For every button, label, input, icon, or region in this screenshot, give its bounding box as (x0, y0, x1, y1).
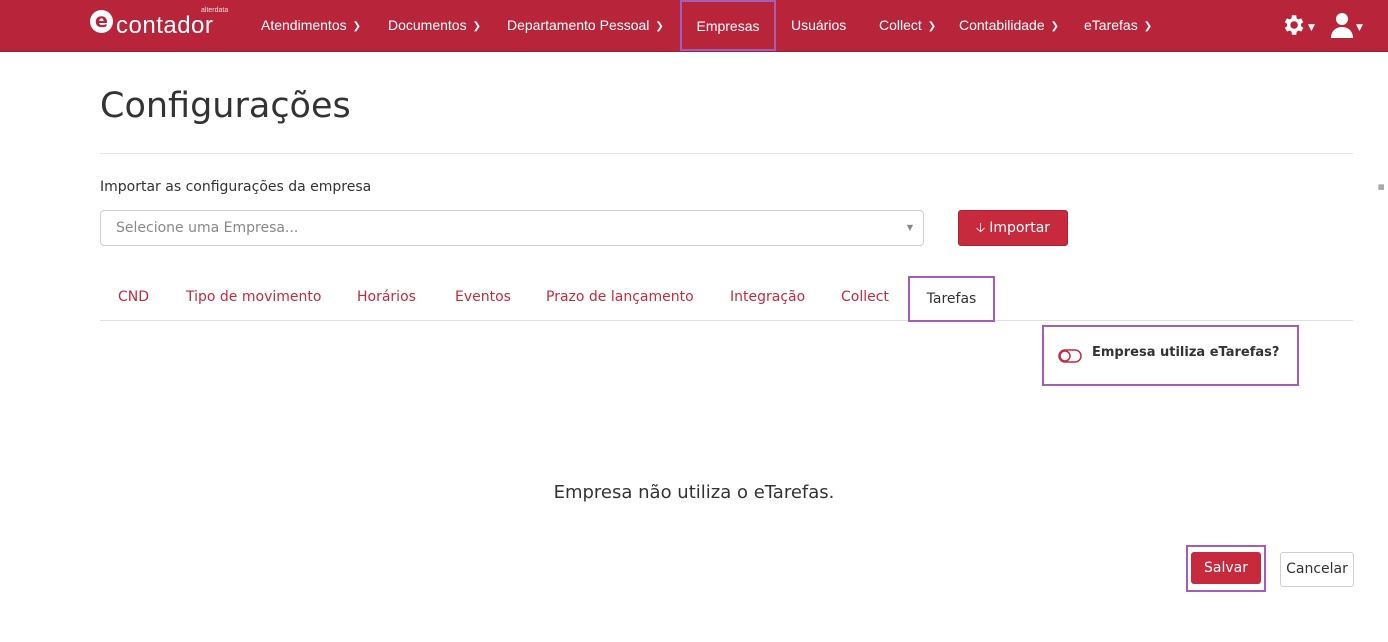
user-menu[interactable]: ▼ (1330, 10, 1363, 43)
logo-e-mark: e (90, 10, 113, 33)
gear-icon (1284, 15, 1304, 35)
import-label: Importar as configurações da empresa (100, 179, 372, 195)
nav-label: Documentos (388, 17, 467, 33)
user-icon (1331, 13, 1353, 38)
toggle-off-icon (1058, 349, 1082, 363)
nav-collect[interactable]: Collect ❯ (879, 0, 936, 51)
tab-tipo-de-movimento[interactable]: Tipo de movimento (186, 289, 321, 305)
nav-documentos[interactable]: Documentos ❯ (388, 0, 481, 51)
tab-eventos[interactable]: Eventos (455, 289, 511, 305)
logo-text: contador (116, 12, 214, 39)
nav-departamento-pessoal[interactable]: Departamento Pessoal ❯ (507, 0, 664, 51)
nav-etarefas[interactable]: eTarefas ❯ (1084, 0, 1152, 51)
nav-contabilidade[interactable]: Contabilidade ❯ (959, 0, 1059, 51)
top-navbar: e alterdata contador Atendimentos ❯ Docum… (0, 0, 1388, 52)
select-placeholder: Selecione uma Empresa... (116, 220, 299, 236)
page-title: Configurações (100, 86, 351, 126)
chevron-down-icon: ❯ (927, 21, 937, 32)
import-button-label: Importar (989, 220, 1051, 236)
nav-atendimentos[interactable]: Atendimentos ❯ (261, 0, 361, 51)
etarefas-toggle-group: Empresa utiliza eTarefas? (1042, 325, 1299, 386)
nav-label: Usuários (791, 17, 847, 33)
nav-label: Departamento Pessoal (507, 17, 650, 33)
import-button[interactable]: 🡣 Importar (958, 210, 1068, 246)
nav-usuarios[interactable]: Usuários (791, 0, 846, 51)
title-divider (100, 153, 1353, 154)
nav-label: Empresas (696, 18, 760, 34)
etarefas-toggle[interactable] (1058, 348, 1082, 363)
grid-icon: ▦ (1378, 183, 1385, 191)
nav-label: Collect (879, 17, 922, 33)
save-button[interactable]: Salvar (1191, 552, 1261, 584)
chevron-down-icon: ❯ (1143, 21, 1153, 32)
caret-down-icon: ▼ (1308, 23, 1315, 33)
tab-cnd[interactable]: CND (118, 289, 149, 305)
caret-down-icon: ▼ (1356, 23, 1363, 33)
etarefas-toggle-label: Empresa utiliza eTarefas? (1092, 345, 1280, 360)
chevron-down-icon: ▼ (906, 223, 913, 232)
chevron-down-icon: ❯ (472, 21, 481, 32)
settings-menu[interactable]: ▼ (1280, 10, 1315, 43)
save-button-highlight: Salvar (1186, 545, 1266, 592)
arrow-down-icon: 🡣 (975, 221, 986, 236)
chevron-down-icon: ❯ (352, 21, 361, 32)
company-select[interactable]: Selecione uma Empresa... ▼ (100, 210, 924, 246)
tabs-divider (100, 320, 1353, 321)
chevron-down-icon: ❯ (1050, 21, 1060, 32)
tab-horarios[interactable]: Horários (357, 289, 416, 305)
nav-label: eTarefas (1084, 17, 1138, 33)
tab-collect[interactable]: Collect (841, 289, 889, 305)
tab-integracao[interactable]: Integração (730, 289, 805, 305)
tab-prazo-de-lancamento[interactable]: Prazo de lançamento (546, 289, 694, 305)
empty-state-message: Empresa não utiliza o eTarefas. (553, 482, 835, 503)
chevron-down-icon: ❯ (655, 21, 664, 32)
nav-label: Contabilidade (959, 17, 1045, 33)
nav-label: Atendimentos (261, 17, 347, 33)
tab-tarefas[interactable]: Tarefas (908, 276, 995, 322)
nav-empresas[interactable]: Empresas (680, 0, 776, 51)
cancel-button[interactable]: Cancelar (1280, 552, 1354, 587)
